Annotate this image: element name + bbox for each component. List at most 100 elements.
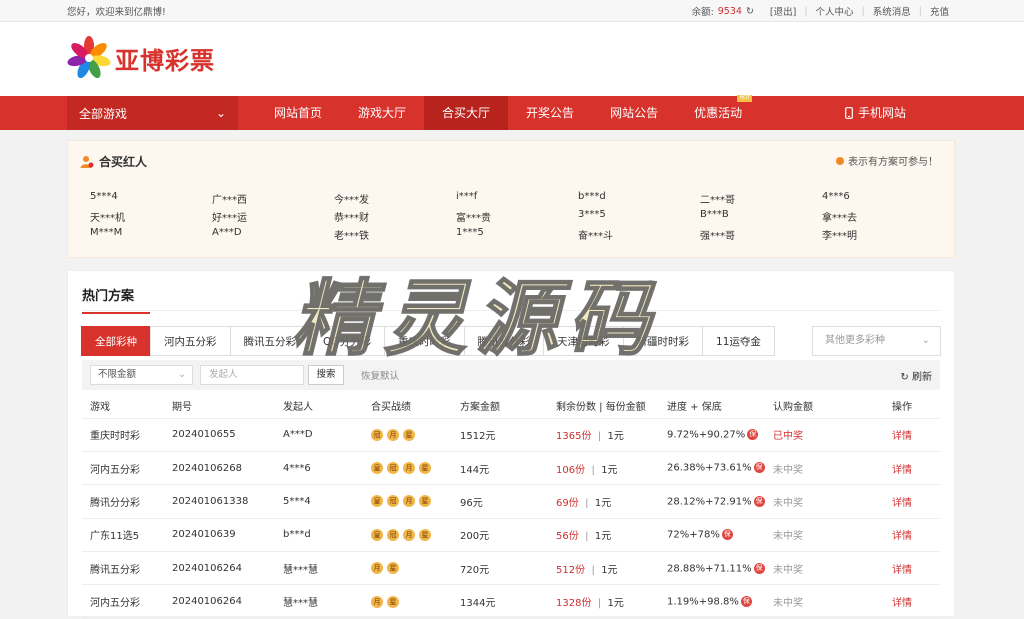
progress-value: 26.38%+73.61%	[667, 462, 752, 474]
progress-value: 1.19%+98.8%	[667, 596, 739, 608]
nav-promotions[interactable]: 优惠活动 HOT	[676, 95, 760, 130]
detail-link[interactable]: 详情	[884, 484, 940, 519]
star-user-name[interactable]: B***B	[700, 209, 822, 224]
record-badge-icon: 冠	[387, 528, 399, 541]
star-user-name[interactable]: 5***4	[90, 191, 212, 206]
record-badge-icon: 冠	[387, 495, 399, 508]
lottery-tab[interactable]: 重庆时时彩	[384, 326, 465, 356]
lottery-tab[interactable]: 腾讯分分彩	[463, 326, 545, 356]
detail-link[interactable]: 详情	[884, 418, 940, 452]
star-user-name[interactable]: M***M	[90, 227, 212, 242]
initiator-cell: A***D	[275, 418, 363, 452]
table-header-row: 游戏 期号 发起人 合买战绩 方案金额 剩余份数 | 每份金额 进度 + 保底 认购金额 操作	[82, 394, 940, 419]
search-button[interactable]: 搜索	[308, 365, 344, 385]
star-user-name[interactable]: 二***哥	[700, 191, 822, 206]
logo[interactable]: 亚博彩票	[67, 36, 215, 80]
nav-draw-results[interactable]: 开奖公告	[508, 96, 592, 130]
panel-note-text: 表示有方案可参与！	[848, 157, 938, 168]
star-user-name[interactable]: 奋***斗	[578, 227, 700, 242]
nav-group-buy-hall[interactable]: 合买大厅	[424, 96, 509, 130]
amount-cell: 1344元	[452, 584, 548, 619]
initiator-cell: 慧***慧	[275, 584, 363, 619]
amount-select[interactable]: 不限金额 ⌄	[90, 365, 193, 385]
record-badge-icon: 月	[387, 428, 399, 441]
share-price: 1元	[607, 598, 624, 610]
lottery-tab[interactable]: 11运夺金	[702, 326, 775, 356]
title-divider	[82, 310, 940, 311]
share-price: 1元	[601, 464, 618, 476]
more-lottery-select[interactable]: 其他更多彩种 ⌄	[812, 326, 941, 356]
star-user-name[interactable]: 李***明	[822, 227, 944, 242]
lottery-tab[interactable]: 腾讯五分彩	[229, 326, 310, 356]
initiator-cell: 慧***慧	[275, 551, 363, 586]
star-user-name[interactable]: 4***6	[822, 191, 944, 206]
personal-center-link[interactable]: 个人中心	[808, 4, 862, 18]
record-cell: 冠月星	[363, 418, 452, 452]
remaining-shares: 106份	[556, 464, 586, 476]
issue-cell: 20240106268	[164, 451, 275, 486]
logout-link[interactable]: [退出]	[762, 4, 804, 18]
game-cell: 腾讯分分彩	[82, 484, 164, 519]
remaining-shares: 1328份	[556, 598, 592, 610]
game-cell: 河内五分彩	[82, 584, 164, 619]
detail-link[interactable]: 详情	[884, 551, 940, 586]
reset-link[interactable]: 恢复默认	[361, 368, 399, 382]
table-row: 腾讯分分彩 20240106133​8 5***4 皇冠月星 96元 69份 |…	[82, 484, 940, 519]
detail-link[interactable]: 详情	[884, 451, 940, 486]
remaining-cell: 1328份 | 1元	[548, 584, 659, 619]
amount-cell: 144元	[452, 451, 548, 486]
table-row: 重庆时时彩 2024010655 A***D 冠月星 1512元 1365份 |…	[82, 418, 940, 452]
system-messages-link[interactable]: 系统消息	[865, 4, 919, 18]
record-cell: 皇冠月星	[363, 518, 452, 553]
star-user-name[interactable]: 富***贵	[456, 209, 578, 224]
amount-cell: 720元	[452, 551, 548, 586]
nav-announcements[interactable]: 网站公告	[592, 96, 676, 130]
column-header: 认购金额	[765, 394, 884, 419]
refresh-button[interactable]: ↻ 刷新	[900, 368, 932, 383]
star-user-name[interactable]: A***D	[212, 227, 334, 242]
status-cell: 未中奖	[765, 484, 884, 519]
star-user-name[interactable]: 强***哥	[700, 227, 822, 242]
nav-game-hall[interactable]: 游戏大厅	[340, 96, 424, 130]
hot-badge: HOT	[737, 95, 753, 102]
table-row: 广东11选5 2024010639 b***d 皇冠月星 200元 56份 | …	[82, 518, 940, 553]
initiator-cell: b***d	[275, 518, 363, 553]
group-buy-stars-panel: 合买红人 表示有方案可参与！ 5***4 广***西 今***发 i***f b***d…	[67, 140, 955, 258]
star-user-name[interactable]: i***f	[456, 191, 578, 206]
table-row: 河内五分彩 20240106264 慧***慧 月星 1344元 1328份 |…	[82, 584, 940, 619]
recharge-link[interactable]: 充值	[922, 4, 957, 18]
record-badge-icon: 月	[403, 528, 415, 541]
share-price: 1元	[594, 531, 612, 543]
lottery-tab[interactable]: 全部彩种	[81, 326, 151, 356]
star-user-name[interactable]: 3***5	[578, 209, 700, 224]
lottery-tab[interactable]: QQ分分彩	[309, 326, 386, 356]
star-user-name[interactable]: 好***运	[212, 209, 334, 224]
record-badge-icon: 星	[403, 428, 415, 441]
lottery-tab[interactable]: 河内五分彩	[150, 326, 231, 356]
star-user-name[interactable]: 恭***财	[334, 209, 456, 224]
star-user-name[interactable]: 1***5	[456, 227, 578, 242]
lottery-tab[interactable]: 新疆时时彩	[622, 326, 704, 356]
star-user-name[interactable]: 广***西	[212, 191, 334, 206]
initiator-input[interactable]: 发起人	[200, 365, 304, 385]
nav-mobile-site[interactable]: 手机网站	[845, 96, 906, 130]
star-user-name[interactable]: 今***发	[334, 191, 456, 206]
game-cell: 重庆时时彩	[82, 418, 164, 452]
detail-link[interactable]: 详情	[884, 584, 940, 619]
lottery-tab[interactable]: 天津时时彩	[543, 326, 624, 356]
star-user-name[interactable]: b***d	[578, 191, 700, 206]
status-cell: 未中奖	[765, 451, 884, 486]
guarantee-icon: 保	[721, 529, 733, 541]
detail-link[interactable]: 详情	[884, 518, 940, 553]
mobile-phone-icon	[845, 107, 853, 119]
panel-title-text: 合买红人	[99, 155, 148, 169]
star-user-name[interactable]: 老***铁	[334, 227, 456, 242]
nav-home[interactable]: 网站首页	[256, 96, 340, 130]
star-user-name[interactable]: 天***机	[90, 209, 212, 224]
all-games-dropdown[interactable]: 全部游戏 ⌄	[67, 96, 238, 130]
share-price: 1元	[601, 564, 618, 576]
progress-cell: 9.72%+90.27% 保	[659, 418, 765, 452]
refresh-balance-icon[interactable]: ↻	[744, 6, 762, 17]
column-header: 进度 + 保底	[659, 394, 765, 419]
star-user-name[interactable]: 拿***去	[822, 209, 944, 224]
